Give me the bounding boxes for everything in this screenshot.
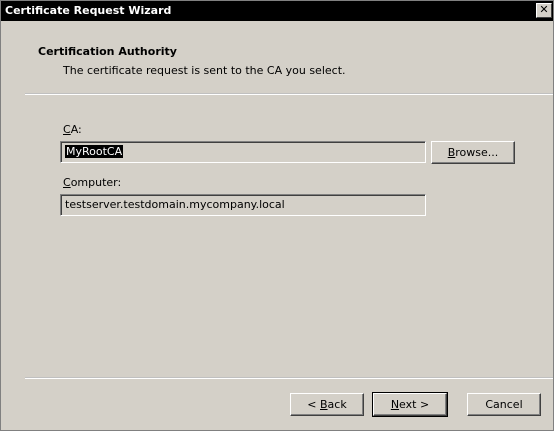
back-button[interactable]: < Back <box>290 393 364 416</box>
computer-label: Computer: <box>63 176 122 189</box>
computer-field[interactable]: testserver.testdomain.mycompany.local <box>60 194 426 216</box>
footer-separator <box>25 377 553 379</box>
computer-value: testserver.testdomain.mycompany.local <box>65 198 285 211</box>
next-button[interactable]: Next > <box>372 392 448 417</box>
browse-button[interactable]: Browse... <box>431 141 515 164</box>
window-title: Certificate Request Wizard <box>5 4 172 17</box>
wizard-header: Certification Authority The certificate … <box>1 21 553 89</box>
page-title: Certification Authority <box>38 45 177 58</box>
cancel-button[interactable]: Cancel <box>467 393 541 416</box>
ca-label: CA: <box>63 123 82 136</box>
page-description: The certificate request is sent to the C… <box>63 64 346 77</box>
title-bar[interactable]: Certificate Request Wizard ✕ <box>1 1 553 21</box>
close-icon: ✕ <box>539 3 549 16</box>
ca-field[interactable]: MyRootCA <box>60 141 426 163</box>
close-button[interactable]: ✕ <box>536 3 552 18</box>
ca-value: MyRootCA <box>65 145 124 158</box>
header-separator <box>25 93 553 95</box>
wizard-window: Certificate Request Wizard ✕ Certificati… <box>0 0 554 431</box>
